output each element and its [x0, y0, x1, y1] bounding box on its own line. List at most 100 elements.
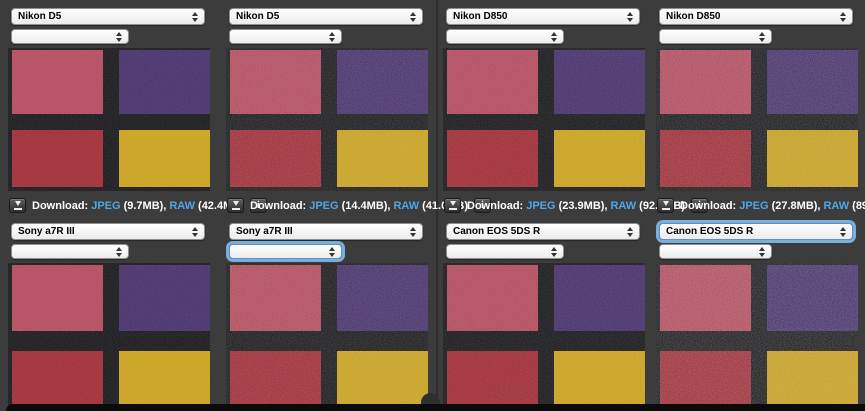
raw-link[interactable]: RAW — [393, 200, 419, 212]
patch-bottom-right — [554, 351, 645, 411]
sample-crop-image[interactable] — [8, 48, 210, 191]
patch-top-left — [447, 50, 538, 114]
comparison-panel: Nikon D5 ISO 200 +5EV (FF) Download: JPE… — [226, 8, 428, 213]
up-down-arrows-icon — [551, 32, 557, 42]
iso-select[interactable]: ISO 200 +5EV (FF) — [659, 244, 772, 259]
up-down-arrows-icon — [329, 32, 335, 42]
raw-size: (89.2MB) — [852, 200, 865, 212]
jpeg-link[interactable]: JPEG — [526, 200, 555, 212]
iso-select[interactable]: ISO 3200 +1EV (FF) — [11, 244, 129, 259]
jpeg-size: (14.4MB), — [342, 200, 391, 212]
download-text: Download: JPEG (14.4MB), RAW (41.0MB) — [250, 200, 468, 212]
patch-top-right — [337, 50, 428, 114]
patch-top-right — [554, 50, 645, 114]
camera-select[interactable]: Nikon D850 — [659, 8, 853, 25]
comparison-panel: Sony a7R III ISO 3200 +1EV (FF) — [8, 223, 210, 411]
up-down-arrows-icon — [759, 247, 765, 257]
patch-top-left — [12, 265, 103, 331]
camera-select-value: Canon EOS 5DS R — [666, 226, 753, 237]
up-down-arrows-icon — [116, 247, 122, 257]
download-icon[interactable] — [657, 198, 674, 213]
camera-select[interactable]: Sony a7R III — [229, 223, 423, 240]
download-bar: Download: JPEG (14.4MB), RAW (41.0MB) i — [227, 198, 427, 213]
sample-crop-image[interactable] — [656, 263, 858, 411]
up-down-arrows-icon — [410, 12, 416, 22]
patch-top-right — [767, 265, 858, 331]
patch-top-left — [660, 50, 751, 114]
camera-select[interactable]: Sony a7R III — [11, 223, 205, 240]
camera-select-value: Sony a7R III — [236, 226, 293, 237]
patch-top-left — [447, 265, 538, 331]
camera-comparison-tool: Nikon D5 ISO 3200 +1EV (FF) Download: JP… — [0, 0, 865, 411]
comparison-panel: Canon EOS 5DS R ISO 3200 +1EV (FF) — [443, 223, 645, 411]
comparison-panel: Nikon D850 ISO 3200 +1EV (FF) Download: … — [443, 8, 645, 213]
jpeg-link[interactable]: JPEG — [309, 200, 338, 212]
patch-bottom-left — [12, 351, 103, 411]
iso-select[interactable]: ISO 200 +5EV (FF) — [229, 244, 342, 259]
comparison-panel: Sony a7R III ISO 200 +5EV (FF) — [226, 223, 428, 411]
download-text: Download: JPEG (27.8MB), RAW (89.2MB) — [680, 200, 865, 212]
download-bar: Download: JPEG (27.8MB), RAW (89.2MB) i — [657, 198, 857, 213]
patch-top-left — [230, 50, 321, 114]
iso-select[interactable]: ISO 3200 +1EV (FF) — [446, 29, 564, 44]
up-down-arrows-icon — [192, 227, 198, 237]
camera-select-value: Nikon D5 — [18, 11, 61, 22]
camera-select-value: Canon EOS 5DS R — [453, 226, 540, 237]
download-label: Download: — [680, 200, 736, 212]
patch-bottom-left — [447, 130, 538, 187]
patch-top-right — [119, 265, 210, 331]
sample-crop-image[interactable] — [443, 263, 645, 411]
download-icon[interactable] — [9, 198, 26, 213]
patch-bottom-left — [230, 130, 321, 187]
up-down-arrows-icon — [627, 227, 633, 237]
jpeg-link[interactable]: JPEG — [739, 200, 768, 212]
download-label: Download: — [250, 200, 306, 212]
patch-top-right — [337, 265, 428, 331]
patch-bottom-right — [554, 130, 645, 187]
patch-bottom-left — [12, 130, 103, 187]
up-down-arrows-icon — [840, 227, 846, 237]
up-down-arrows-icon — [840, 12, 846, 22]
patch-bottom-left — [230, 351, 321, 411]
sample-crop-image[interactable] — [443, 48, 645, 191]
iso-select[interactable]: ISO 3200 +1EV (FF) — [446, 244, 564, 259]
up-down-arrows-icon — [410, 227, 416, 237]
sample-crop-image[interactable] — [226, 48, 428, 191]
up-down-arrows-icon — [759, 32, 765, 42]
camera-select-value: Sony a7R III — [18, 226, 75, 237]
raw-link[interactable]: RAW — [169, 200, 195, 212]
sample-crop-image[interactable] — [8, 263, 210, 411]
bottom-bar — [6, 404, 865, 411]
raw-link[interactable]: RAW — [823, 200, 849, 212]
patch-top-left — [660, 265, 751, 331]
sample-crop-image[interactable] — [226, 263, 428, 411]
download-label: Download: — [467, 200, 523, 212]
iso-select[interactable]: ISO 200 +5EV (FF) — [659, 29, 772, 44]
patch-bottom-right — [337, 130, 428, 187]
camera-select[interactable]: Nikon D5 — [11, 8, 205, 25]
camera-select[interactable]: Nikon D5 — [229, 8, 423, 25]
patch-top-left — [230, 265, 321, 331]
raw-link[interactable]: RAW — [610, 200, 636, 212]
patch-bottom-left — [447, 351, 538, 411]
camera-select-value: Nikon D850 — [453, 11, 507, 22]
download-icon[interactable] — [444, 198, 461, 213]
camera-select[interactable]: Canon EOS 5DS R — [446, 223, 640, 240]
patch-bottom-right — [337, 351, 428, 411]
camera-select-value: Nikon D5 — [236, 11, 279, 22]
camera-select[interactable]: Nikon D850 — [446, 8, 640, 25]
jpeg-size: (23.9MB), — [559, 200, 608, 212]
iso-select[interactable]: ISO 200 +5EV (FF) — [229, 29, 342, 44]
up-down-arrows-icon — [329, 247, 335, 257]
download-icon[interactable] — [227, 198, 244, 213]
iso-select[interactable]: ISO 3200 +1EV (FF) — [11, 29, 129, 44]
comparison-panel: Nikon D5 ISO 3200 +1EV (FF) Download: JP… — [8, 8, 210, 213]
patch-bottom-right — [767, 351, 858, 411]
camera-select-value: Nikon D850 — [666, 11, 720, 22]
jpeg-size: (27.8MB), — [772, 200, 821, 212]
camera-select[interactable]: Canon EOS 5DS R — [659, 223, 853, 240]
sample-crop-image[interactable] — [656, 48, 858, 191]
jpeg-link[interactable]: JPEG — [91, 200, 120, 212]
patch-bottom-left — [660, 130, 751, 187]
up-down-arrows-icon — [627, 12, 633, 22]
